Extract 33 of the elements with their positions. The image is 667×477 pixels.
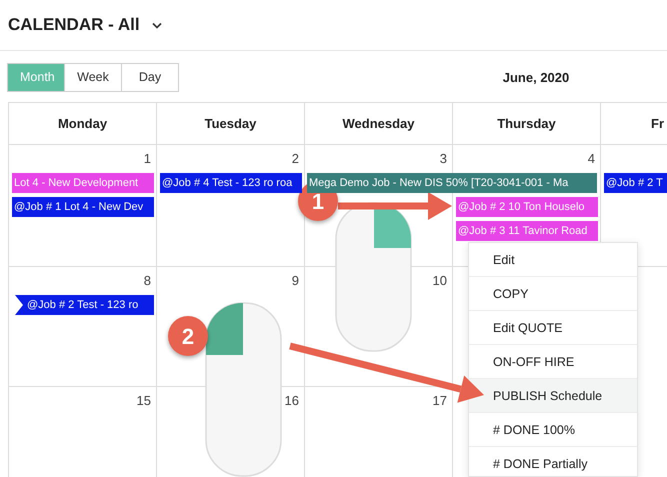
weekday-header: Tuesday: [204, 114, 256, 133]
day-number: 9: [292, 273, 299, 288]
page-title: CALENDAR - All: [8, 14, 140, 36]
day-number: 8: [144, 273, 151, 288]
weekday-header: Fr: [651, 114, 664, 133]
weekday-header: Monday: [58, 114, 108, 133]
weekday-header: Wednesday: [342, 114, 414, 133]
menu-item[interactable]: Edit QUOTE: [469, 311, 637, 345]
calendar-event[interactable]: @Job # 2 T: [604, 173, 667, 193]
day-number: 17: [432, 393, 447, 408]
day-number: 1: [144, 151, 151, 166]
menu-item[interactable]: Edit: [469, 243, 637, 277]
view-tab[interactable]: Week: [64, 63, 122, 92]
day-number: 4: [588, 151, 595, 166]
calendar-event[interactable]: @Job # 4 Test - 123 ro roa: [160, 173, 302, 193]
view-tab[interactable]: Day: [121, 63, 179, 92]
month-title: June, 2020: [502, 68, 570, 87]
day-number: 2: [292, 151, 299, 166]
day-number: 10: [432, 273, 447, 288]
menu-item[interactable]: COPY: [469, 277, 637, 311]
menu-item[interactable]: # DONE 100%: [469, 413, 637, 447]
calendar-event[interactable]: @Job # 1 Lot 4 - New Dev: [12, 197, 154, 217]
day-number: 15: [136, 393, 151, 408]
menu-item[interactable]: # DONE Partially: [469, 447, 637, 476]
calendar-event[interactable]: @Job # 2 Test - 123 ro: [15, 295, 154, 315]
day-number: 3: [440, 151, 447, 166]
calendar-event[interactable]: Mega Demo Job - New DIS 50% [T20-3041-001 - Ma: [307, 173, 597, 193]
step-number-badge: 2: [168, 316, 208, 356]
chevron-down-icon[interactable]: [152, 22, 162, 28]
day-number: 16: [284, 393, 299, 408]
menu-item[interactable]: PUBLISH Schedule: [469, 379, 637, 413]
menu-item[interactable]: ON-OFF HIRE: [469, 345, 637, 379]
weekday-header: Thursday: [497, 114, 556, 133]
